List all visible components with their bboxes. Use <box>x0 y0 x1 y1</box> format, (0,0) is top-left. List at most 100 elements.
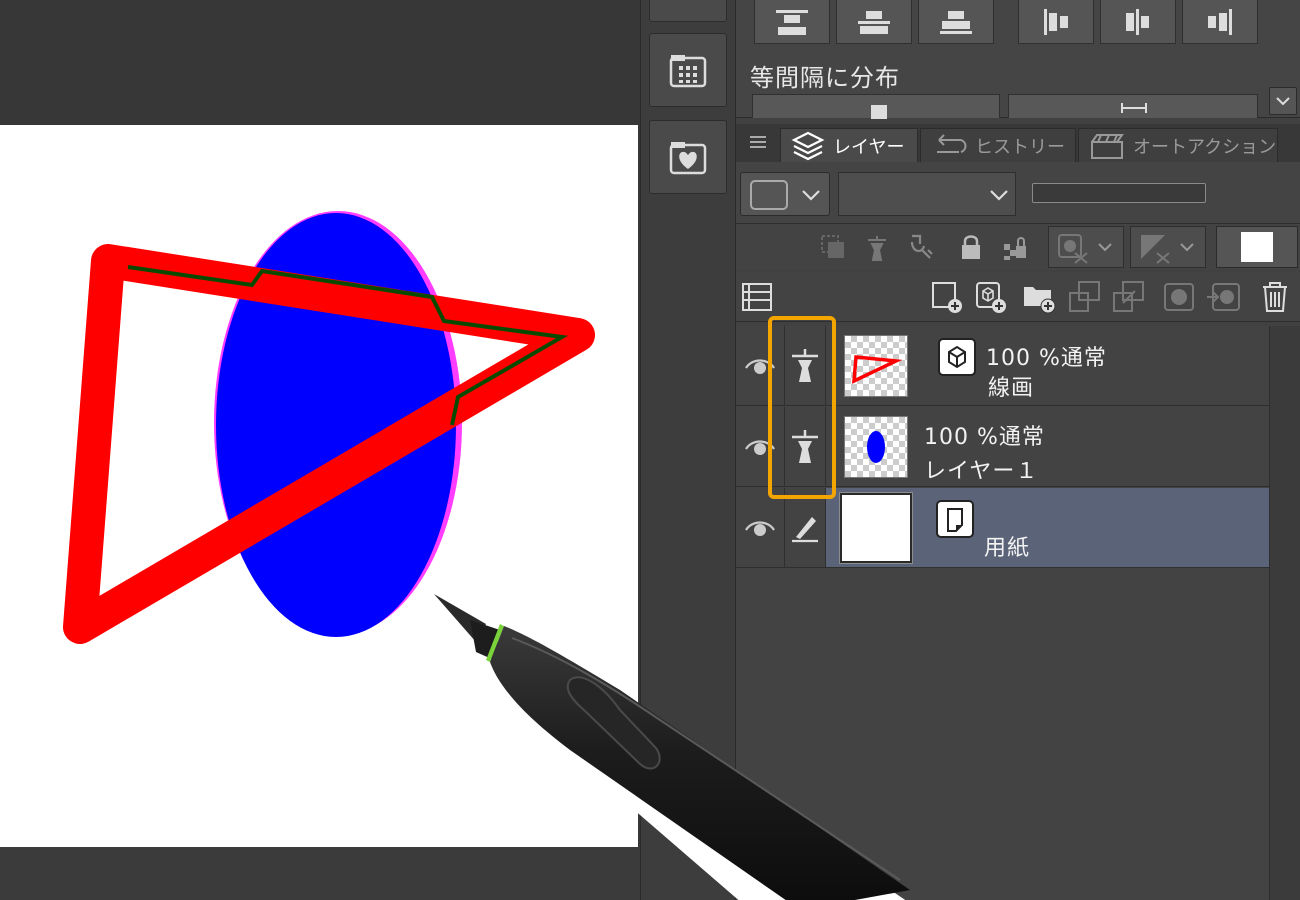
reference-layer-icon <box>792 349 818 382</box>
panel-collapse-button[interactable] <box>1269 87 1297 115</box>
tab-auto-action[interactable]: オートアクション <box>1078 128 1278 162</box>
blend-mode-dropdown[interactable] <box>838 172 1016 216</box>
ruler-range-icon <box>1141 235 1170 264</box>
layer-blend-info: 100 %通常 <box>924 425 1045 450</box>
create-layer-mask-button[interactable] <box>1160 278 1198 316</box>
align-middle-icon <box>858 10 890 34</box>
distribute-vertical-button[interactable] <box>752 94 1000 119</box>
layer-lock-row <box>736 224 1300 270</box>
canvas-top-margin <box>0 0 640 125</box>
color-swatch-chevron <box>750 180 820 210</box>
palette-icon-column <box>640 0 735 900</box>
layer-blend-info: 100 %通常 <box>986 346 1107 371</box>
pen-edit-icon <box>792 517 818 543</box>
expression-color-button[interactable] <box>740 172 830 216</box>
visibility-toggle[interactable] <box>738 326 782 406</box>
layer-name: 線画 <box>988 376 1035 401</box>
layer-state-cell[interactable] <box>784 407 826 487</box>
delete-layer-button[interactable] <box>1256 278 1294 316</box>
white-square-icon <box>1241 232 1273 262</box>
layer-color-button[interactable] <box>1216 226 1298 268</box>
material-folder-button[interactable] <box>649 33 727 107</box>
reference-layer-icon[interactable] <box>860 230 894 264</box>
drawing-canvas[interactable] <box>0 125 638 847</box>
transfer-to-lower-layer-button[interactable] <box>1066 278 1104 316</box>
align-center-icon <box>1126 8 1149 35</box>
layer-thumbnail-triangle <box>844 335 908 397</box>
mask-enable-dropdown[interactable] <box>1048 226 1124 268</box>
eye-icon <box>745 440 775 455</box>
palette-menu-button[interactable] <box>746 130 770 154</box>
layer-mask-icon <box>1164 283 1194 311</box>
layer-list-scrollbar[interactable] <box>1269 326 1300 900</box>
ruler-range-dropdown[interactable] <box>1130 226 1206 268</box>
new-folder-icon <box>1024 287 1056 314</box>
trash-icon <box>1263 282 1287 312</box>
combine-to-lower-layer-button[interactable] <box>1110 278 1148 316</box>
layer-row-paper[interactable]: 用紙 <box>736 488 1269 568</box>
align-middle-button[interactable] <box>836 0 912 44</box>
canvas-area <box>0 0 640 900</box>
canvas-bottom-margin <box>0 847 640 900</box>
draft-layer-icon[interactable] <box>904 230 938 264</box>
app-window: 等間隔に分布 レイヤー ヒストリー オートアクション 100 %通常 線画 10… <box>0 0 1300 900</box>
align-bottom-button[interactable] <box>918 0 994 44</box>
apply-mask-icon <box>1207 283 1240 311</box>
vector-layer-icon <box>938 338 976 376</box>
eye-icon <box>745 521 775 536</box>
layer-list: 100 %通常 線画 100 %通常 レイヤー１ 用紙 <box>736 326 1269 900</box>
tab-auto-action-label: オートアクション <box>1133 136 1277 158</box>
distribute-horizontal-icon <box>1121 103 1147 113</box>
align-left-button[interactable] <box>1018 0 1094 44</box>
visibility-toggle[interactable] <box>738 488 782 568</box>
new-vector-layer-button[interactable] <box>972 278 1010 316</box>
heart-folder-icon <box>669 142 707 175</box>
chevron-down-icon <box>990 190 1008 201</box>
distribute-label: 等間隔に分布 <box>750 64 900 92</box>
new-folder-button[interactable] <box>1020 278 1058 316</box>
lock-transparent-pixels-icon[interactable] <box>998 230 1032 264</box>
palette-menu-icon <box>742 283 772 311</box>
palette-tab-bar: レイヤー ヒストリー オートアクション <box>736 124 1300 162</box>
align-right-button[interactable] <box>1182 0 1258 44</box>
reference-layer-icon <box>792 430 818 463</box>
hamburger-menu-icon <box>750 136 766 148</box>
layer-palette-menu-button[interactable] <box>738 278 776 316</box>
artwork <box>63 211 595 644</box>
align-right-icon <box>1208 8 1232 35</box>
layer-row-layer1[interactable]: 100 %通常 レイヤー１ <box>736 407 1269 487</box>
align-left-icon <box>1044 8 1068 35</box>
layer-tool-row <box>736 272 1300 322</box>
layer-row-lineart[interactable]: 100 %通常 線画 <box>736 326 1269 406</box>
material-button-top[interactable] <box>649 0 727 22</box>
chevron-down-icon <box>1098 243 1112 252</box>
tab-history-label: ヒストリー <box>975 136 1065 158</box>
align-top-button[interactable] <box>754 0 830 44</box>
layer-state-cell[interactable] <box>784 326 826 406</box>
paper-layer-icon <box>936 500 974 538</box>
history-icon <box>937 133 967 153</box>
material-grid-folder-icon <box>669 55 707 88</box>
layer-property-row <box>736 162 1300 224</box>
align-center-button[interactable] <box>1100 0 1176 44</box>
layer-thumbnail-ellipse <box>844 416 908 478</box>
new-raster-layer-icon <box>932 282 962 313</box>
transfer-down-icon <box>1069 281 1100 312</box>
tab-layer-label: レイヤー <box>833 136 905 158</box>
new-raster-layer-button[interactable] <box>928 278 966 316</box>
lock-icon[interactable] <box>954 230 988 264</box>
apply-mask-button[interactable] <box>1204 278 1242 316</box>
clip-lower-layer-icon[interactable] <box>816 230 850 264</box>
distribute-horizontal-button[interactable] <box>1008 94 1258 118</box>
layer-name: レイヤー１ <box>924 459 1039 484</box>
tab-history[interactable]: ヒストリー <box>920 128 1076 162</box>
layer-mask-icon <box>1058 234 1088 264</box>
visibility-toggle[interactable] <box>738 407 782 487</box>
favorite-folder-button[interactable] <box>649 120 727 194</box>
triangle-thumbnail <box>852 355 903 384</box>
layer-state-cell[interactable] <box>784 488 826 568</box>
tab-layer[interactable]: レイヤー <box>780 128 918 162</box>
align-top-icon <box>776 9 808 35</box>
combine-down-icon <box>1113 281 1144 312</box>
opacity-slider[interactable] <box>1032 183 1206 203</box>
